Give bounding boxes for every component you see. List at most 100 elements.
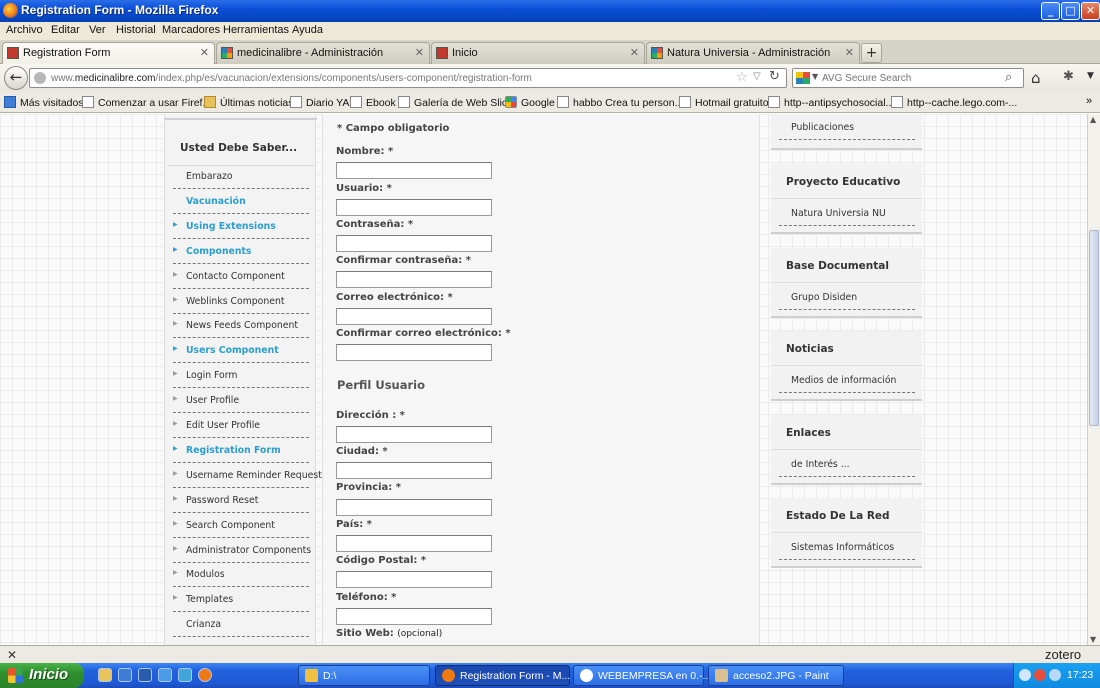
window-title-bar[interactable]: Registration Form - Mozilla Firefox _ □ … xyxy=(0,0,1100,22)
menu-herramientas[interactable]: Herramientas xyxy=(223,24,289,36)
usuario-field[interactable] xyxy=(336,199,492,216)
tab-natura-universia-admin[interactable]: Natura Universia - Administración ✕ xyxy=(646,42,860,64)
network-icon[interactable] xyxy=(1049,669,1061,681)
addon-icon[interactable]: ✱ xyxy=(1063,69,1074,84)
sidebar-item[interactable]: ▶ Login Form xyxy=(173,363,309,389)
minimize-button[interactable]: _ xyxy=(1041,2,1060,20)
sidebar-item[interactable]: Vacunación xyxy=(173,189,309,214)
codigo-postal-field[interactable] xyxy=(336,571,492,588)
sidebar-item[interactable]: ▶ Using Extensions xyxy=(173,214,309,239)
bookmark-ultimas-noticias[interactable]: Últimas noticias xyxy=(204,96,294,109)
avg-search-icon[interactable] xyxy=(796,72,810,84)
menu-editar[interactable]: Editar xyxy=(51,24,80,36)
bookmark-antipsychosocial[interactable]: http--antipsychosocial... xyxy=(768,96,894,109)
confirmar-correo-field[interactable] xyxy=(336,344,492,361)
back-button[interactable]: ← xyxy=(4,66,28,90)
ciudad-field[interactable] xyxy=(336,462,492,479)
de-interes-link[interactable]: de Interés ... xyxy=(791,459,850,470)
scroll-up-icon[interactable]: ▲ xyxy=(1090,115,1096,124)
scroll-down-icon[interactable]: ▼ xyxy=(1090,635,1096,644)
close-window-button[interactable]: ✕ xyxy=(1081,2,1100,20)
menu-ver[interactable]: Ver xyxy=(89,24,106,36)
bookmark-habbo[interactable]: habbo Crea tu person... xyxy=(557,96,683,109)
close-addon-bar-icon[interactable]: ✕ xyxy=(7,648,17,662)
search-input[interactable] xyxy=(822,71,998,85)
tab-inicio[interactable]: Inicio ✕ xyxy=(431,42,645,64)
tab-registration-form[interactable]: Registration Form ✕ xyxy=(2,42,215,65)
taskbar-paint[interactable]: acceso2.JPG - Paint xyxy=(708,665,844,686)
natura-universia-link[interactable]: Natura Universia NU xyxy=(791,208,886,219)
sidebar-item[interactable]: Crianza xyxy=(173,612,309,638)
sidebar-item[interactable]: ▶ User Profile xyxy=(173,388,309,414)
bookmark-mas-visitados[interactable]: Más visitados xyxy=(4,96,84,109)
show-desktop-icon[interactable] xyxy=(98,668,112,682)
word-icon[interactable] xyxy=(138,668,152,682)
sidebar-item[interactable]: ▶ Modulos xyxy=(173,562,309,588)
start-button[interactable]: Inicio xyxy=(0,663,84,688)
bookmark-star-icon[interactable]: ☆ xyxy=(736,70,748,85)
bookmark-comenzar-firefox[interactable]: Comenzar a usar Firef... xyxy=(82,96,211,109)
tab-medicinalibre-admin[interactable]: medicinalibre - Administración ✕ xyxy=(216,42,430,64)
tab-close-icon[interactable]: ✕ xyxy=(200,46,209,59)
menu-ayuda[interactable]: Ayuda xyxy=(292,24,323,36)
menu-archivo[interactable]: Archivo xyxy=(6,24,43,36)
bookmark-hotmail[interactable]: Hotmail gratuito xyxy=(679,96,769,109)
sidebar-item[interactable]: ▶ Edit User Profile xyxy=(173,413,309,438)
firefox-quicklaunch-icon[interactable] xyxy=(198,668,212,682)
sidebar-item[interactable]: ▶ Components xyxy=(173,239,309,264)
sidebar-item[interactable]: ▶ News Feeds Component xyxy=(173,313,309,339)
sidebar-item[interactable]: ▶ Users Component xyxy=(173,338,309,364)
direccion-field[interactable] xyxy=(336,426,492,443)
search-engine-dropdown-icon[interactable]: ▼ xyxy=(812,72,818,81)
internet-explorer-icon[interactable] xyxy=(118,668,132,682)
media-icon[interactable] xyxy=(178,668,192,682)
bookmark-galeria-web-slice[interactable]: Galería de Web Slice xyxy=(398,96,513,109)
tray-expand-icon[interactable] xyxy=(1019,669,1031,681)
search-bar[interactable]: ▼ ⌕ xyxy=(792,68,1024,88)
sidebar-item[interactable]: ▶ Password Reset xyxy=(173,488,309,513)
sidebar-item[interactable]: ▶ Templates xyxy=(173,587,309,613)
tab-close-icon[interactable]: ✕ xyxy=(845,46,854,59)
bookmark-diario-ya[interactable]: Diario YA xyxy=(290,96,349,109)
nav-overflow-icon[interactable]: ▼ xyxy=(1087,71,1094,81)
reload-icon[interactable]: ↻ xyxy=(769,69,780,84)
url-bar[interactable]: www.medicinalibre.com/index.php/es/vacun… xyxy=(29,68,787,88)
sidebar-item[interactable]: ▶ Search Component xyxy=(173,513,309,538)
telefono-field[interactable] xyxy=(336,608,492,625)
maximize-button[interactable]: □ xyxy=(1061,2,1080,20)
tab-close-icon[interactable]: ✕ xyxy=(630,46,639,59)
sidebar-item[interactable]: ▶ Weblinks Component xyxy=(173,289,309,314)
history-dropdown-icon[interactable]: ▽ xyxy=(753,71,761,82)
bookmark-ebook[interactable]: Ebook xyxy=(350,96,396,109)
bookmarks-overflow-icon[interactable]: » xyxy=(1086,95,1092,107)
taskbar-explorer-d[interactable]: D:\ xyxy=(298,665,430,686)
url-text[interactable]: www.medicinalibre.com/index.php/es/vacun… xyxy=(51,73,532,84)
messenger-icon[interactable] xyxy=(158,668,172,682)
sidebar-item[interactable]: ▶ Registration Form xyxy=(173,438,309,463)
home-icon[interactable]: ⌂ xyxy=(1031,69,1041,87)
publicaciones-link[interactable]: Publicaciones xyxy=(791,122,854,133)
sidebar-item[interactable]: ▶ Username Reminder Request xyxy=(173,463,322,488)
medios-informacion-link[interactable]: Medios de información xyxy=(791,375,896,386)
provincia-field[interactable] xyxy=(336,499,492,516)
search-go-icon[interactable]: ⌕ xyxy=(1005,70,1012,85)
menu-marcadores[interactable]: Marcadores xyxy=(162,24,220,36)
scroll-thumb[interactable] xyxy=(1089,230,1099,426)
sistemas-informaticos-link[interactable]: Sistemas Informáticos xyxy=(791,542,894,553)
pais-field[interactable] xyxy=(336,535,492,552)
vertical-scrollbar[interactable]: ▲ ▼ xyxy=(1087,114,1100,645)
confirmar-contrasena-field[interactable] xyxy=(336,271,492,288)
menu-historial[interactable]: Historial xyxy=(116,24,156,36)
bookmark-lego[interactable]: http--cache.lego.com-... xyxy=(891,96,1017,109)
antivirus-icon[interactable] xyxy=(1034,669,1046,681)
bookmark-google[interactable]: Google xyxy=(505,96,555,109)
taskbar-webempresa[interactable]: WEBEMPRESA en 0.-... xyxy=(573,665,711,686)
tab-close-icon[interactable]: ✕ xyxy=(415,46,424,59)
taskbar-firefox-registration[interactable]: Registration Form - M... xyxy=(435,665,570,686)
sidebar-item[interactable]: Embarazo xyxy=(173,164,309,189)
grupo-disiden-link[interactable]: Grupo Disiden xyxy=(791,292,857,303)
sidebar-item[interactable]: ▶ Administrator Components xyxy=(173,538,311,563)
new-tab-button[interactable]: + xyxy=(861,43,882,63)
correo-field[interactable] xyxy=(336,308,492,325)
contrasena-field[interactable] xyxy=(336,235,492,252)
